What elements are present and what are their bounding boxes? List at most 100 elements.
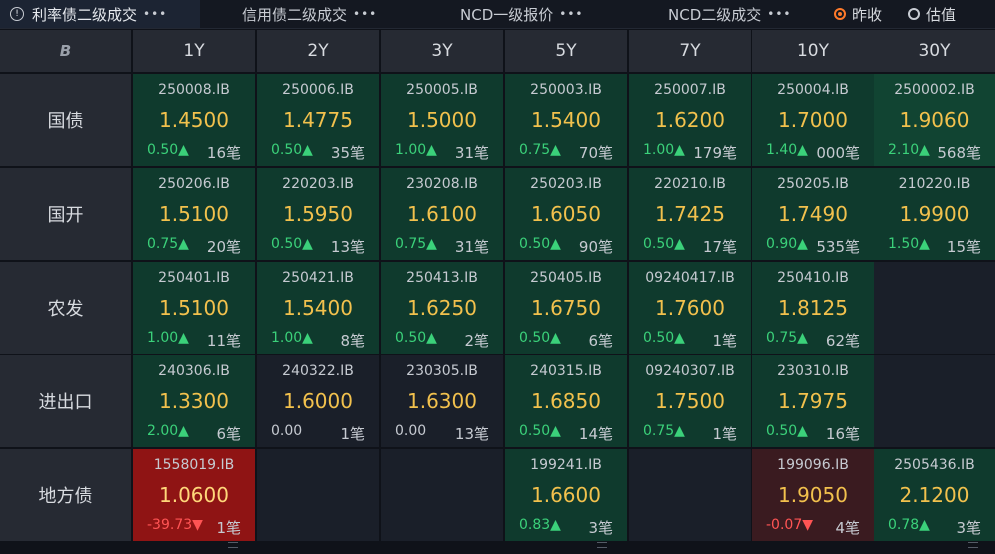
quote-cell[interactable]: 250203.IB 1.6050 0.50▲ 90笔 bbox=[505, 168, 627, 260]
change-value: 0.75▲ bbox=[395, 236, 437, 252]
change-value: 1.50▲ bbox=[888, 236, 930, 252]
radio-prev-close[interactable]: 昨收 bbox=[834, 0, 882, 28]
quote-cell[interactable]: 240322.IB 1.6000 0.00 1笔 bbox=[257, 355, 379, 447]
more-dots-icon[interactable]: ••• bbox=[353, 7, 377, 21]
yield-value: 1.9050 bbox=[778, 483, 848, 507]
quote-cell[interactable]: 250401.IB 1.5100 1.00▲ 11笔 bbox=[133, 262, 255, 354]
tab-label: 利率债二级成交 bbox=[32, 5, 138, 24]
more-dots-icon[interactable]: ••• bbox=[767, 7, 791, 21]
quote-cell[interactable]: 250413.IB 1.6250 0.50▲ 2笔 bbox=[381, 262, 503, 354]
trade-count: 2笔 bbox=[464, 332, 489, 350]
yield-value: 1.6000 bbox=[283, 389, 353, 413]
quote-cell[interactable]: 240306.IB 1.3300 2.00▲ 6笔 bbox=[133, 355, 255, 447]
quote-cell[interactable]: 250205.IB 1.7490 0.90▲ 535笔 bbox=[752, 168, 874, 260]
tab-rate-bond-secondary[interactable]: ! 利率债二级成交 ••• bbox=[0, 0, 200, 28]
quote-cell[interactable]: 250008.IB 1.4500 0.50▲ 16笔 bbox=[133, 74, 255, 166]
quote-cell[interactable]: 220203.IB 1.5950 0.50▲ 13笔 bbox=[257, 168, 379, 260]
header-col-7y[interactable]: 7Y bbox=[629, 30, 751, 72]
tab-ncd-secondary[interactable]: NCD二级成交 ••• bbox=[668, 0, 791, 28]
yield-value: 1.6100 bbox=[407, 202, 477, 226]
radio-valuation[interactable]: 估值 bbox=[908, 0, 956, 28]
bond-code: 220203.IB bbox=[282, 176, 354, 192]
header-col-3y[interactable]: 3Y bbox=[381, 30, 503, 72]
header-col-1y[interactable]: 1Y bbox=[133, 30, 255, 72]
quote-cell[interactable]: 09240417.IB 1.7600 0.50▲ 1笔 bbox=[629, 262, 751, 354]
quote-cell[interactable]: 250007.IB 1.6200 1.00▲ 179笔 bbox=[629, 74, 751, 166]
quote-cell[interactable]: 250003.IB 1.5400 0.75▲ 70笔 bbox=[505, 74, 627, 166]
bond-code: 230305.IB bbox=[406, 363, 478, 379]
yield-value: 1.6250 bbox=[407, 296, 477, 320]
change-value: -39.73▼ bbox=[147, 517, 203, 533]
yield-value: 1.6200 bbox=[655, 108, 725, 132]
change-value: 1.00▲ bbox=[147, 330, 189, 346]
header-col-5y[interactable]: 5Y bbox=[505, 30, 627, 72]
quote-cell[interactable]: 220210.IB 1.7425 0.50▲ 17笔 bbox=[629, 168, 751, 260]
yield-value: 1.5400 bbox=[283, 296, 353, 320]
yield-value: 2.1200 bbox=[899, 483, 970, 507]
tab-bar: ! 利率债二级成交 ••• 信用债二级成交 ••• NCD一级报价 ••• NC… bbox=[0, 0, 995, 29]
quote-cell[interactable]: 210220.IB 1.9900 1.50▲ 15笔 bbox=[874, 168, 995, 260]
trade-count: 16笔 bbox=[206, 144, 241, 162]
quote-cell[interactable]: 240315.IB 1.6850 0.50▲ 14笔 bbox=[505, 355, 627, 447]
quote-cell[interactable]: 2505436.IB 2.1200 0.78▲ 3笔 bbox=[874, 449, 995, 541]
trade-count: 6笔 bbox=[216, 425, 241, 443]
tab-credit-bond-secondary[interactable]: 信用债二级成交 ••• bbox=[242, 0, 377, 28]
quote-cell[interactable]: 2500002.IB 1.9060 2.10▲ 568笔 bbox=[874, 74, 995, 166]
more-dots-icon[interactable]: ••• bbox=[559, 7, 583, 21]
quote-cell[interactable]: 1558019.IB 1.0600 -39.73▼ 1笔 bbox=[133, 449, 255, 541]
quote-cell[interactable]: 09240307.IB 1.7500 0.75▲ 1笔 bbox=[629, 355, 751, 447]
quote-cell[interactable]: 250410.IB 1.8125 0.75▲ 62笔 bbox=[752, 262, 874, 354]
bond-code: 220210.IB bbox=[654, 176, 726, 192]
quote-cell[interactable]: 250004.IB 1.7000 1.40▲ 000笔 bbox=[752, 74, 874, 166]
b-logo-icon: B bbox=[59, 42, 72, 60]
yield-value: 1.3300 bbox=[159, 389, 229, 413]
bond-code: 09240417.IB bbox=[645, 270, 735, 286]
quote-cell[interactable]: 230305.IB 1.6300 0.00 13笔 bbox=[381, 355, 503, 447]
quote-cell[interactable]: 250005.IB 1.5000 1.00▲ 31笔 bbox=[381, 74, 503, 166]
tab-label: 信用债二级成交 bbox=[242, 5, 348, 24]
change-value: -0.07▼ bbox=[766, 517, 813, 533]
trade-count: 90笔 bbox=[578, 238, 613, 256]
resize-handle[interactable] bbox=[968, 542, 978, 548]
bond-code: 250006.IB bbox=[282, 82, 354, 98]
yield-value: 1.7000 bbox=[778, 108, 848, 132]
change-value: 1.00▲ bbox=[395, 142, 437, 158]
yield-value: 1.6750 bbox=[531, 296, 601, 320]
bond-code: 250008.IB bbox=[158, 82, 230, 98]
bond-code: 240306.IB bbox=[158, 363, 230, 379]
header-col-30y[interactable]: 30Y bbox=[874, 30, 995, 72]
quote-cell[interactable]: 250006.IB 1.4775 0.50▲ 35笔 bbox=[257, 74, 379, 166]
trade-count: 535笔 bbox=[816, 238, 860, 256]
change-value: 0.50▲ bbox=[271, 142, 313, 158]
bond-code: 250003.IB bbox=[530, 82, 602, 98]
bond-code: 250004.IB bbox=[777, 82, 849, 98]
bond-code: 199096.IB bbox=[777, 457, 849, 473]
change-value: 0.50▲ bbox=[519, 330, 561, 346]
resize-handle[interactable] bbox=[597, 542, 607, 548]
more-dots-icon[interactable]: ••• bbox=[143, 7, 167, 21]
trade-count: 16笔 bbox=[825, 425, 860, 443]
header-col-10y[interactable]: 10Y bbox=[752, 30, 874, 72]
resize-handle[interactable] bbox=[228, 542, 238, 548]
bond-code: 250401.IB bbox=[158, 270, 230, 286]
quote-cell[interactable]: 230310.IB 1.7975 0.50▲ 16笔 bbox=[752, 355, 874, 447]
bond-code: 230208.IB bbox=[406, 176, 478, 192]
change-value: 0.75▲ bbox=[147, 236, 189, 252]
yield-value: 1.5950 bbox=[283, 202, 353, 226]
quote-cell bbox=[874, 262, 995, 354]
header-col-2y[interactable]: 2Y bbox=[257, 30, 379, 72]
bond-code: 250410.IB bbox=[777, 270, 849, 286]
quote-cell[interactable]: 250206.IB 1.5100 0.75▲ 20笔 bbox=[133, 168, 255, 260]
quote-cell[interactable]: 230208.IB 1.6100 0.75▲ 31笔 bbox=[381, 168, 503, 260]
tab-ncd-primary[interactable]: NCD一级报价 ••• bbox=[460, 0, 583, 28]
change-value: 0.50▲ bbox=[271, 236, 313, 252]
quote-cell[interactable]: 199241.IB 1.6600 0.83▲ 3笔 bbox=[505, 449, 627, 541]
quote-cell[interactable]: 199096.IB 1.9050 -0.07▼ 4笔 bbox=[752, 449, 874, 541]
info-icon: ! bbox=[10, 7, 24, 21]
quote-cell[interactable]: 250405.IB 1.6750 0.50▲ 6笔 bbox=[505, 262, 627, 354]
trade-count: 1笔 bbox=[216, 519, 241, 537]
quote-cell[interactable]: 250421.IB 1.5400 1.00▲ 8笔 bbox=[257, 262, 379, 354]
bond-code: 210220.IB bbox=[898, 176, 971, 192]
trade-count: 568笔 bbox=[937, 144, 981, 162]
bond-code: 250206.IB bbox=[158, 176, 230, 192]
